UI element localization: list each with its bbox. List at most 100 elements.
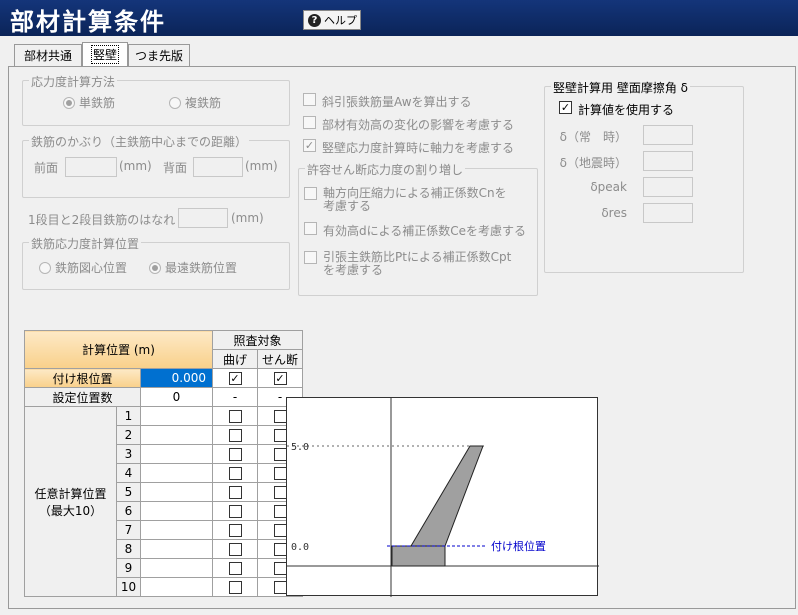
single-rebar-radio[interactable]: 単鉄筋 bbox=[63, 94, 115, 111]
shear-header: せん断 bbox=[257, 349, 303, 369]
checkbox-box bbox=[304, 187, 317, 200]
stress-position-title: 鉄筋応力度計算位置 bbox=[29, 235, 142, 252]
position-value-cell[interactable] bbox=[140, 577, 213, 597]
checkbox-box bbox=[228, 543, 242, 556]
shear-ce-checkbox[interactable]: 有効高dによる補正係数Ceを考慮する bbox=[304, 222, 526, 239]
bending-check-cell[interactable] bbox=[212, 444, 258, 464]
position-value-cell[interactable] bbox=[140, 539, 213, 559]
cover-title: 鉄筋のかぶり（主鉄筋中心までの距離） bbox=[29, 133, 250, 150]
checkbox-box bbox=[303, 93, 316, 106]
checkbox-box bbox=[228, 562, 242, 575]
bending-check-cell[interactable] bbox=[212, 482, 258, 502]
wall-diagram: 5.0 0.0 付け根位置 bbox=[286, 397, 599, 597]
bending-check-cell[interactable] bbox=[212, 463, 258, 483]
centroid-label: 鉄筋図心位置 bbox=[55, 261, 128, 275]
stress-method-title: 応力度計算方法 bbox=[29, 73, 118, 90]
checkbox-box bbox=[273, 581, 287, 594]
check-target-header: 照査対象 bbox=[212, 330, 303, 350]
position-value-cell[interactable] bbox=[140, 558, 213, 578]
shear-cn-checkbox[interactable]: 軸方向圧縮力による補正係数Cnを 考慮する bbox=[304, 187, 507, 213]
row-number: 4 bbox=[116, 463, 141, 483]
back-label: 背面 bbox=[163, 161, 188, 175]
option-aw-checkbox[interactable]: 斜引張鉄筋量Awを算出する bbox=[303, 93, 472, 110]
bending-check-cell[interactable] bbox=[212, 558, 258, 578]
count-row: 設定位置数 0 - - bbox=[24, 387, 303, 407]
tab-common[interactable]: 部材共通 bbox=[14, 44, 82, 66]
friction-title: 竪壁計算用 壁面摩擦角 δ bbox=[551, 79, 690, 96]
shear-increase-title: 許容せん断応力度の割り増し bbox=[305, 161, 466, 178]
bending-check-cell[interactable] bbox=[212, 425, 258, 445]
arbitrary-label-2: （最大10） bbox=[38, 503, 103, 518]
shear-cn-label: 軸方向圧縮力による補正係数Cnを 考慮する bbox=[323, 187, 507, 213]
shear-cn-line1: 軸方向圧縮力による補正係数Cnを bbox=[323, 186, 507, 200]
delta-res-input[interactable] bbox=[643, 203, 693, 223]
position-value-cell[interactable] bbox=[140, 463, 213, 483]
farthest-radio[interactable]: 最遠鉄筋位置 bbox=[149, 259, 237, 276]
row-number: 1 bbox=[116, 406, 141, 426]
checkbox-box bbox=[228, 505, 242, 518]
back-cover-input[interactable] bbox=[193, 157, 243, 177]
base-bending-cell[interactable]: ✓ bbox=[212, 368, 258, 388]
checkbox-box bbox=[273, 505, 287, 518]
wall-shape bbox=[410, 445, 484, 547]
spacing-input[interactable] bbox=[178, 208, 228, 228]
tab-toe-slab-label: つま先版 bbox=[134, 49, 183, 63]
row-number: 6 bbox=[116, 501, 141, 521]
cover-group: 鉄筋のかぶり（主鉄筋中心までの距離） 前面 (mm) 背面 (mm) bbox=[22, 133, 290, 198]
bending-check-cell[interactable] bbox=[212, 501, 258, 521]
checkbox-box bbox=[228, 581, 242, 594]
delta-normal-input[interactable] bbox=[643, 125, 693, 145]
option-axial-force-label: 竪壁応力度計算時に軸力を考慮する bbox=[322, 141, 515, 155]
tick-label-top: 5.0 bbox=[291, 442, 309, 453]
stress-method-group: 応力度計算方法 単鉄筋 複鉄筋 bbox=[22, 73, 290, 126]
position-value-cell[interactable] bbox=[140, 425, 213, 445]
spacing-unit: (mm) bbox=[231, 211, 264, 225]
bending-check-cell[interactable] bbox=[212, 520, 258, 540]
count-value[interactable]: 0 bbox=[140, 387, 213, 407]
row-number: 7 bbox=[116, 520, 141, 540]
single-rebar-label: 単鉄筋 bbox=[79, 96, 116, 110]
position-value-cell[interactable] bbox=[140, 444, 213, 464]
farthest-label: 最遠鉄筋位置 bbox=[165, 261, 238, 275]
checkbox-box bbox=[228, 410, 242, 423]
radio-indicator bbox=[169, 96, 181, 109]
checkbox-box bbox=[228, 486, 242, 499]
bending-check-cell[interactable] bbox=[212, 406, 258, 426]
base-position-diagram-label: 付け根位置 bbox=[491, 539, 546, 553]
row-number: 8 bbox=[116, 539, 141, 559]
base-position-label: 付け根位置 bbox=[24, 368, 141, 388]
delta-peak-input[interactable] bbox=[643, 177, 693, 197]
checkbox-box bbox=[273, 486, 287, 499]
radio-indicator bbox=[63, 96, 75, 109]
base-position-value[interactable]: 0.000 bbox=[140, 368, 213, 388]
help-button[interactable]: ? ヘルプ bbox=[303, 10, 361, 30]
friction-group: 竪壁計算用 壁面摩擦角 δ ✓ 計算値を使用する δ（常 時） δ（地震時） δ… bbox=[544, 79, 744, 273]
bending-check-cell[interactable] bbox=[212, 539, 258, 559]
checkbox-box bbox=[273, 467, 287, 480]
position-value-cell[interactable] bbox=[140, 520, 213, 540]
footing-shape bbox=[391, 545, 446, 567]
use-calc-checkbox[interactable]: ✓ 計算値を使用する bbox=[559, 101, 674, 118]
centroid-radio[interactable]: 鉄筋図心位置 bbox=[39, 259, 127, 276]
option-axial-force-checkbox[interactable]: ✓ 竪壁応力度計算時に軸力を考慮する bbox=[303, 139, 514, 156]
checkbox-box bbox=[273, 543, 287, 556]
position-value-cell[interactable] bbox=[140, 501, 213, 521]
position-value-cell[interactable] bbox=[140, 406, 213, 426]
double-rebar-radio[interactable]: 複鉄筋 bbox=[169, 94, 221, 111]
row-number: 10 bbox=[116, 577, 141, 597]
base-shear-cell[interactable]: ✓ bbox=[257, 368, 303, 388]
stress-position-group: 鉄筋応力度計算位置 鉄筋図心位置 最遠鉄筋位置 bbox=[22, 235, 290, 290]
calc-position-table: 計算位置 (m) 照査対象 曲げ せん断 付け根位置 0.000 ✓ ✓ 設定位… bbox=[24, 330, 303, 597]
table-row: 任意計算位置 （最大10） 1 bbox=[24, 406, 303, 597]
delta-seismic-input[interactable] bbox=[643, 151, 693, 171]
shear-cpt-checkbox[interactable]: 引張主鉄筋比Ptによる補正係数Cpt を考慮する bbox=[304, 251, 511, 277]
row-number: 9 bbox=[116, 558, 141, 578]
tab-vertical-wall[interactable]: 竪壁 bbox=[82, 42, 128, 66]
checkbox-box bbox=[273, 429, 287, 442]
front-cover-input[interactable] bbox=[65, 157, 117, 177]
tab-toe-slab[interactable]: つま先版 bbox=[128, 44, 190, 66]
bending-check-cell[interactable] bbox=[212, 577, 258, 597]
checkbox-box bbox=[273, 524, 287, 537]
position-value-cell[interactable] bbox=[140, 482, 213, 502]
option-effective-height-checkbox[interactable]: 部材有効高の変化の影響を考慮する bbox=[303, 116, 514, 133]
